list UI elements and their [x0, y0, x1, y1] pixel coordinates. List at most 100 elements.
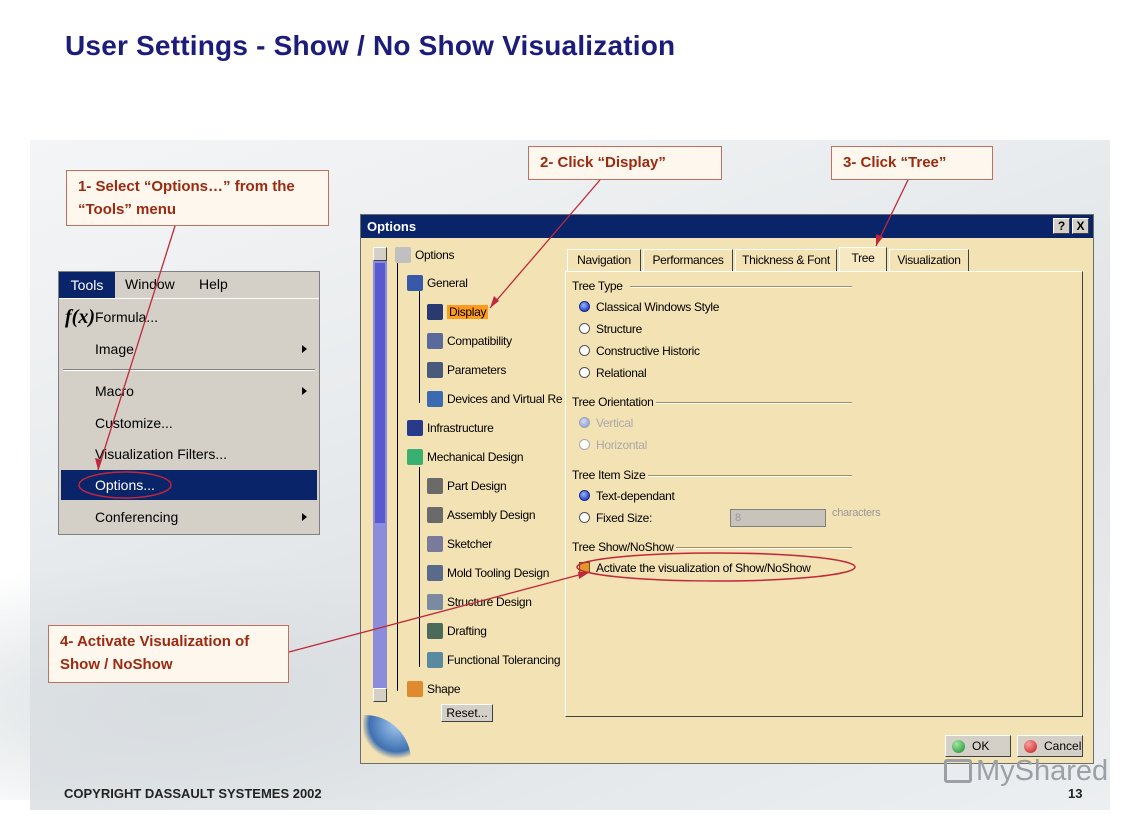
menu-item-macro[interactable]: Macro — [61, 376, 317, 406]
tree-node-infrastructure[interactable]: Infrastructure — [407, 420, 494, 436]
tree-label: Functional Tolerancing — [447, 653, 561, 667]
submenu-arrow-icon — [302, 345, 307, 353]
tree-label: Parameters — [447, 363, 507, 377]
menu-item-label: Formula... — [95, 309, 159, 325]
radio-selected-icon — [579, 417, 590, 428]
watermark: MyShared — [944, 755, 1108, 788]
tab-thickness-font[interactable]: Thickness & Font — [735, 249, 837, 271]
sketcher-icon — [427, 536, 443, 552]
menu-item-options[interactable]: Options... — [61, 470, 317, 500]
button-label: OK — [972, 739, 990, 753]
menu-tools[interactable]: Tools — [59, 272, 115, 298]
radio-icon — [579, 345, 590, 356]
menu-item-label: Options... — [95, 477, 155, 493]
option-label: Constructive Historic — [596, 344, 700, 358]
group-tree-show-label: Tree Show/NoShow — [572, 540, 674, 554]
radio-icon — [579, 439, 590, 450]
scroll-down-icon[interactable] — [373, 688, 387, 702]
tree-node-part-design[interactable]: Part Design — [427, 478, 507, 494]
radio-relational[interactable]: Relational — [579, 366, 647, 380]
tree-line — [419, 291, 420, 403]
radio-classical-windows[interactable]: Classical Windows Style — [579, 300, 720, 314]
page-number: 13 — [1068, 786, 1083, 801]
tab-visualization[interactable]: Visualization — [889, 249, 969, 271]
tree-node-devices[interactable]: Devices and Virtual Re — [427, 391, 563, 407]
tree-node-drafting[interactable]: Drafting — [427, 623, 487, 639]
tree-node-structure-design[interactable]: Structure Design — [427, 594, 532, 610]
menu-bar: Tools Window Help — [59, 272, 319, 299]
group-tree-type-label: Tree Type — [572, 279, 623, 293]
radio-text-dependant[interactable]: Text-dependant — [579, 489, 675, 503]
callout-step-3: 3- Click “Tree” — [831, 146, 993, 180]
callout-step-4: 4- Activate Visualization of Show / NoSh… — [48, 625, 289, 683]
functional-tolerancing-icon — [427, 652, 443, 668]
radio-icon — [579, 323, 590, 334]
group-divider — [656, 402, 852, 404]
help-button[interactable]: ? — [1053, 218, 1070, 234]
tree-node-sketcher[interactable]: Sketcher — [427, 536, 492, 552]
display-icon — [427, 304, 443, 320]
tree-node-shape[interactable]: Shape — [407, 681, 461, 697]
tree-label: General — [427, 276, 468, 290]
tree-label: Infrastructure — [427, 421, 494, 435]
tree-node-display[interactable]: Display — [427, 304, 489, 320]
menu-window[interactable]: Window — [125, 276, 175, 292]
tree-label: Drafting — [447, 624, 487, 638]
drafting-icon — [427, 623, 443, 639]
compatibility-icon — [427, 333, 443, 349]
group-divider — [676, 547, 852, 549]
tree-label: Compatibility — [447, 334, 512, 348]
tree-node-general[interactable]: General — [407, 275, 468, 291]
menu-item-customize[interactable]: Customize... — [61, 408, 317, 438]
copyright: COPYRIGHT DASSAULT SYSTEMES 2002 — [64, 786, 322, 801]
group-tree-item-size-label: Tree Item Size — [572, 468, 646, 482]
tree-label: Structure Design — [447, 595, 532, 609]
tree-label: Devices and Virtual Re — [447, 392, 563, 406]
tree-line — [397, 261, 398, 691]
tree-node-compatibility[interactable]: Compatibility — [427, 333, 512, 349]
option-label: Classical Windows Style — [596, 300, 720, 314]
radio-constructive-historic[interactable]: Constructive Historic — [579, 344, 700, 358]
tree-node-assembly-design[interactable]: Assembly Design — [427, 507, 536, 523]
menu-item-image[interactable]: Image — [61, 334, 317, 364]
tree-node-mechanical-design[interactable]: Mechanical Design — [407, 449, 524, 465]
radio-vertical: Vertical — [579, 416, 633, 430]
cancel-button[interactable]: Cancel — [1017, 735, 1083, 757]
checkbox-activate-show-noshow[interactable]: Activate the visualization of Show/NoSho… — [579, 561, 811, 575]
tab-navigation[interactable]: Navigation — [567, 249, 641, 271]
menu-item-label: Image — [95, 341, 134, 357]
callout-step-1: 1- Select “Options…” from the “Tools” me… — [66, 170, 329, 226]
devices-icon — [427, 391, 443, 407]
cancel-icon — [1024, 740, 1037, 753]
reset-button[interactable]: Reset... — [441, 704, 493, 722]
option-label: Structure — [596, 322, 642, 336]
menu-help[interactable]: Help — [199, 276, 228, 292]
watermark-text: MyShared — [976, 755, 1109, 787]
scroll-up-icon[interactable] — [373, 247, 387, 261]
radio-fixed-size[interactable]: Fixed Size: 8 characters — [579, 507, 881, 527]
tree-node-mold-tooling-design[interactable]: Mold Tooling Design — [427, 565, 549, 581]
fixed-size-input[interactable]: 8 — [730, 509, 826, 527]
submenu-arrow-icon — [302, 513, 307, 521]
part-design-icon — [427, 478, 443, 494]
menu-item-label: Macro — [95, 383, 134, 399]
scroll-thumb[interactable] — [375, 263, 385, 523]
radio-horizontal: Horizontal — [579, 438, 647, 452]
tab-tree[interactable]: Tree — [839, 247, 887, 272]
tree-scrollbar[interactable] — [373, 247, 387, 702]
ok-button[interactable]: OK — [945, 735, 1011, 757]
radio-structure[interactable]: Structure — [579, 322, 642, 336]
tree-node-parameters[interactable]: Parameters — [427, 362, 506, 378]
tab-performances[interactable]: Performances — [643, 249, 733, 271]
option-label: Vertical — [596, 416, 633, 430]
menu-item-conferencing[interactable]: Conferencing — [61, 502, 317, 532]
close-button[interactable]: X — [1072, 218, 1089, 234]
menu-item-visualization-filters[interactable]: Visualization Filters... — [61, 439, 317, 469]
dialog-title-bar: Options ? X — [361, 215, 1093, 238]
menu-item-formula[interactable]: f(x) Formula... — [61, 302, 317, 332]
group-divider — [630, 286, 852, 288]
tree-node-functional-tolerancing[interactable]: Functional Tolerancing — [427, 652, 561, 668]
characters-unit-label: characters — [832, 507, 881, 519]
tree-node-options[interactable]: Options — [395, 247, 455, 263]
dialog-title: Options — [367, 219, 417, 234]
